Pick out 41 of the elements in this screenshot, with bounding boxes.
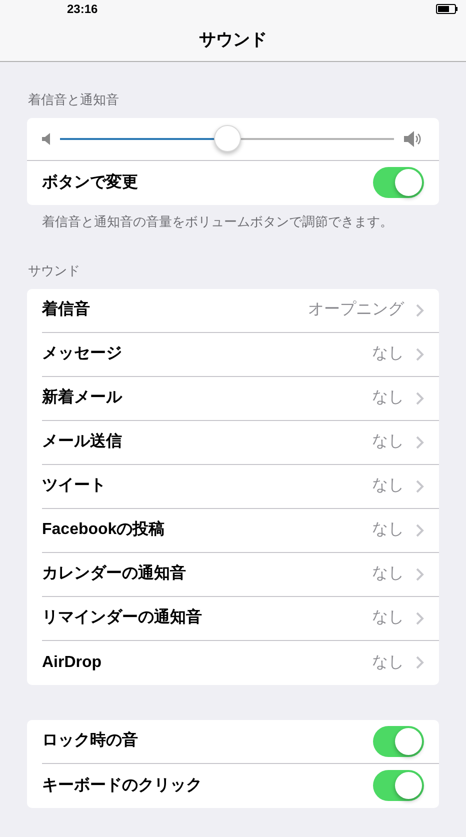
chevron-icon — [416, 524, 424, 536]
row-value: なし — [372, 564, 404, 584]
chevron-icon — [416, 612, 424, 624]
row-value: オープニング — [308, 300, 404, 320]
chevron-icon — [416, 348, 424, 360]
battery-icon — [436, 4, 458, 14]
row-label[interactable]: 着信音 — [42, 298, 308, 322]
chevron-icon — [416, 436, 424, 448]
row-value: なし — [372, 652, 404, 672]
row-value: なし — [372, 388, 404, 408]
section-header: サウンド — [27, 262, 80, 280]
row-value: なし — [372, 432, 404, 452]
row-label[interactable]: 新着メール — [42, 386, 372, 410]
chevron-icon — [416, 304, 424, 316]
row-label[interactable]: リマインダーの通知音 — [42, 606, 372, 630]
row-label[interactable]: Facebookの投稿 — [42, 518, 372, 542]
chevron-icon — [416, 656, 424, 669]
section-footer: 着信音と通知音の音量をボリュームボタンで調節できます。 — [27, 212, 393, 231]
chevron-icon — [416, 568, 424, 580]
slider-thumb[interactable] — [214, 124, 241, 152]
toggle-switch[interactable] — [373, 770, 424, 801]
section-header: 着信音と通知音 — [27, 91, 119, 109]
row-label: ロック時の音 — [42, 730, 138, 751]
row-value: なし — [372, 520, 404, 540]
row-label: キーボードのクリック — [42, 776, 202, 796]
status-time: 23:16 — [67, 1, 98, 18]
row-value: なし — [372, 476, 404, 496]
toggle-switch[interactable] — [373, 167, 424, 198]
speaker-low-icon — [42, 132, 50, 144]
row-value: なし — [372, 344, 404, 364]
row-label[interactable]: AirDrop — [42, 650, 372, 674]
row-label[interactable]: メール送信 — [42, 430, 372, 454]
row-label: ボタンで変更 — [42, 172, 138, 192]
row-label[interactable]: カレンダーの通知音 — [42, 562, 372, 586]
chevron-icon — [416, 392, 424, 404]
row-label[interactable]: メッセージ — [42, 342, 372, 366]
chevron-icon — [416, 480, 424, 492]
row-value: なし — [372, 608, 404, 628]
row-label[interactable]: ツイート — [42, 474, 372, 498]
nav-title: サウンド — [199, 28, 267, 51]
toggle-switch[interactable] — [373, 726, 424, 756]
